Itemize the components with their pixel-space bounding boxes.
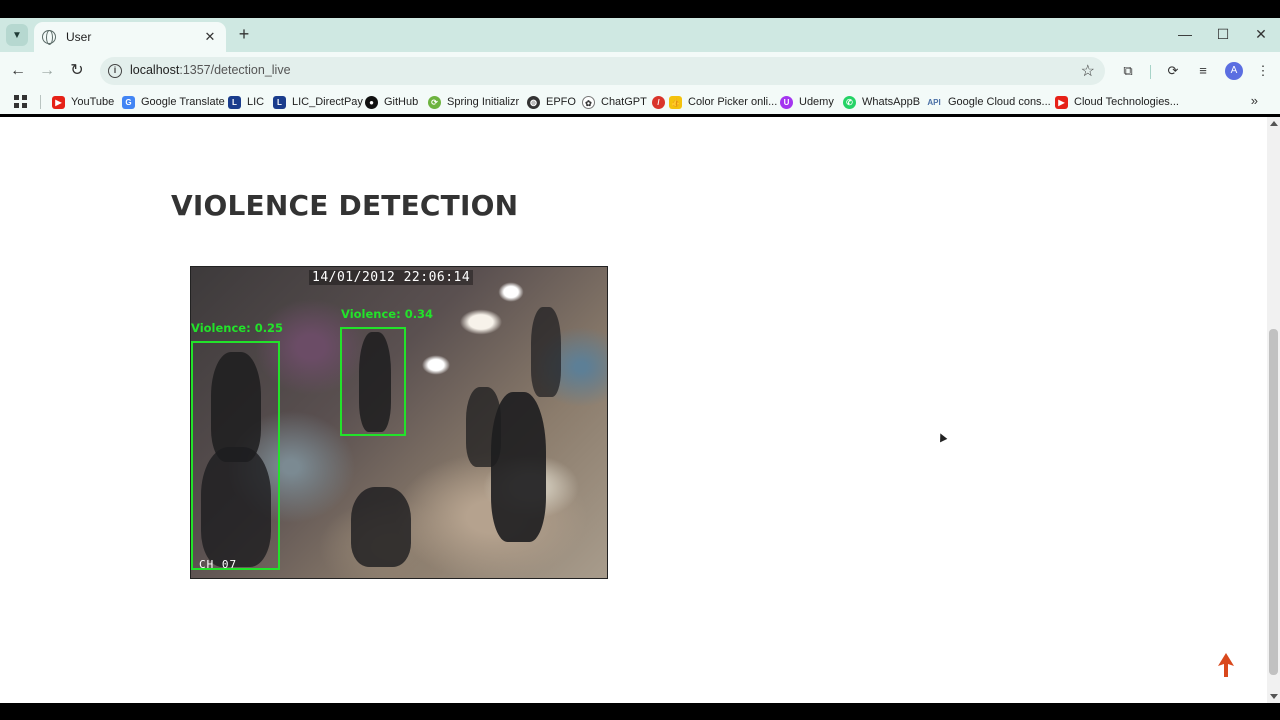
spring-icon: ⟳ — [428, 95, 441, 109]
detection-label: Violence: 0.25 — [191, 321, 284, 335]
globe-icon — [42, 30, 56, 45]
bookmark-label: Spring Initializr — [447, 96, 520, 108]
page-scrollbar[interactable] — [1267, 117, 1280, 703]
bookmark-label: Google Translate — [141, 96, 225, 108]
bookmark-label: Google Cloud cons... — [948, 96, 1051, 108]
bookmark-label: LIC — [247, 96, 265, 108]
bookmarks-divider — [40, 95, 41, 109]
bookmark-lic[interactable]: L LIC — [228, 93, 264, 111]
site-info-icon[interactable]: i — [108, 64, 122, 78]
window-close-button[interactable]: ✕ — [1249, 24, 1273, 44]
scrollbar-thumb[interactable] — [1269, 329, 1278, 675]
github-icon: ● — [365, 95, 378, 109]
mouse-cursor — [934, 429, 950, 445]
feed-timestamp: 14/01/2012 22:06:14 — [309, 270, 474, 285]
scroll-up-arrow-icon[interactable] — [1270, 121, 1278, 126]
screen-top-edge — [0, 0, 1280, 18]
bookmark-label: ChatGPT — [601, 96, 647, 108]
whatsapp-icon: ✆ — [843, 95, 856, 109]
translate-icon: G — [122, 95, 135, 109]
youtube-icon: ▶ — [1055, 95, 1068, 109]
bookmark-youtube[interactable]: ▶ YouTube — [52, 93, 114, 111]
camera-channel-label: CH 07 — [199, 558, 238, 571]
bookmark-google-translate[interactable]: G Google Translate — [122, 93, 225, 111]
youtube-icon: ▶ — [52, 95, 65, 109]
live-detection-feed: 14/01/2012 22:06:14 Violence: 0.25 Viole… — [190, 266, 608, 579]
bookmark-epfo[interactable]: ◍ EPFO — [527, 93, 576, 111]
arrow-up-icon — [1218, 653, 1234, 677]
lic-icon: L — [273, 95, 286, 109]
extensions-icon[interactable]: ⧉ — [1119, 62, 1137, 80]
url-text[interactable]: localhost:1357/detection_live — [130, 63, 291, 77]
chevron-down-icon: ▼ — [12, 29, 22, 41]
bookmark-label: Color Picker onli... — [688, 96, 778, 108]
page-title: VIOLENCE DETECTION — [171, 189, 519, 222]
thumbs-up-icon: 👍 — [669, 95, 682, 109]
bookmark-label: Cloud Technologies... — [1074, 96, 1179, 108]
bookmark-lic-directpay[interactable]: L LIC_DirectPay — [273, 93, 363, 111]
chatgpt-icon: ✿ — [582, 95, 595, 109]
url-host: localhost — [130, 63, 180, 77]
reload-button[interactable]: ↻ — [66, 60, 88, 82]
apps-grid-icon[interactable] — [14, 95, 27, 108]
scroll-to-top-button[interactable] — [1217, 653, 1235, 677]
back-button[interactable]: ← — [7, 60, 29, 82]
bookmarks-bar: ▶ YouTube G Google Translate L LIC L LIC… — [0, 90, 1280, 114]
bookmark-udemy[interactable]: U Udemy — [780, 93, 834, 111]
bookmark-github[interactable]: ● GitHub — [365, 93, 418, 111]
lic-icon: L — [228, 95, 241, 109]
detection-overlay: 14/01/2012 22:06:14 Violence: 0.25 Viole… — [191, 267, 607, 578]
detection-box — [191, 341, 280, 570]
url-path: :1357/detection_live — [179, 63, 291, 77]
bookmark-label: LIC_DirectPay — [292, 96, 363, 108]
chevron-double-right-icon[interactable]: » — [1251, 93, 1258, 108]
color-picker-icon: / — [652, 95, 665, 109]
bookmark-label: EPFO — [546, 96, 576, 108]
detection-box — [340, 327, 406, 436]
api-icon: API — [927, 97, 941, 107]
bookmark-label: GitHub — [384, 96, 419, 108]
forward-button[interactable]: → — [36, 60, 58, 82]
bookmark-label: WhatsAppB — [862, 96, 921, 108]
page-viewport: VIOLENCE DETECTION 14/01/2012 22:06:14 V… — [0, 117, 1267, 703]
screen-bottom-edge — [0, 703, 1280, 720]
toolbar-divider — [1150, 65, 1151, 79]
bookmark-whatsapp[interactable]: ✆ WhatsAppB — [843, 93, 920, 111]
tab-active[interactable]: User ✕ — [34, 22, 226, 52]
performance-icon[interactable]: ⟳ — [1164, 62, 1182, 80]
tab-search-button[interactable]: ▼ — [6, 24, 28, 46]
bookmark-star-icon[interactable]: ☆ — [1081, 61, 1095, 81]
address-bar[interactable]: i localhost:1357/detection_live ☆ — [100, 57, 1105, 85]
udemy-icon: U — [780, 95, 793, 109]
minimize-button[interactable]: — — [1173, 24, 1197, 44]
profile-avatar[interactable]: A — [1225, 62, 1243, 80]
menu-kebab-icon[interactable]: ⋮ — [1254, 62, 1272, 80]
bookmark-google-cloud[interactable]: API Google Cloud cons... — [926, 93, 1051, 111]
reading-list-icon[interactable]: ≡ — [1194, 62, 1212, 80]
bookmark-color-picker[interactable]: / 👍 Color Picker onli... — [652, 93, 777, 111]
bookmark-cloud-technologies[interactable]: ▶ Cloud Technologies... — [1055, 93, 1179, 111]
tab-strip: ▼ User ✕ + — ☐ ✕ — [0, 18, 1280, 52]
bookmark-label: Udemy — [799, 96, 834, 108]
tab-title: User — [66, 30, 92, 44]
bookmark-chatgpt[interactable]: ✿ ChatGPT — [582, 93, 647, 111]
new-tab-button[interactable]: + — [234, 24, 254, 44]
bookmark-label: YouTube — [71, 96, 115, 108]
close-icon[interactable]: ✕ — [202, 29, 218, 45]
scroll-down-arrow-icon[interactable] — [1270, 694, 1278, 699]
maximize-button[interactable]: ☐ — [1211, 24, 1235, 44]
globe-icon: ◍ — [527, 95, 540, 109]
detection-label: Violence: 0.34 — [341, 307, 434, 321]
browser-toolbar: ← → ↻ i localhost:1357/detection_live ☆ … — [0, 52, 1280, 90]
bookmark-spring-initializr[interactable]: ⟳ Spring Initializr — [428, 93, 519, 111]
